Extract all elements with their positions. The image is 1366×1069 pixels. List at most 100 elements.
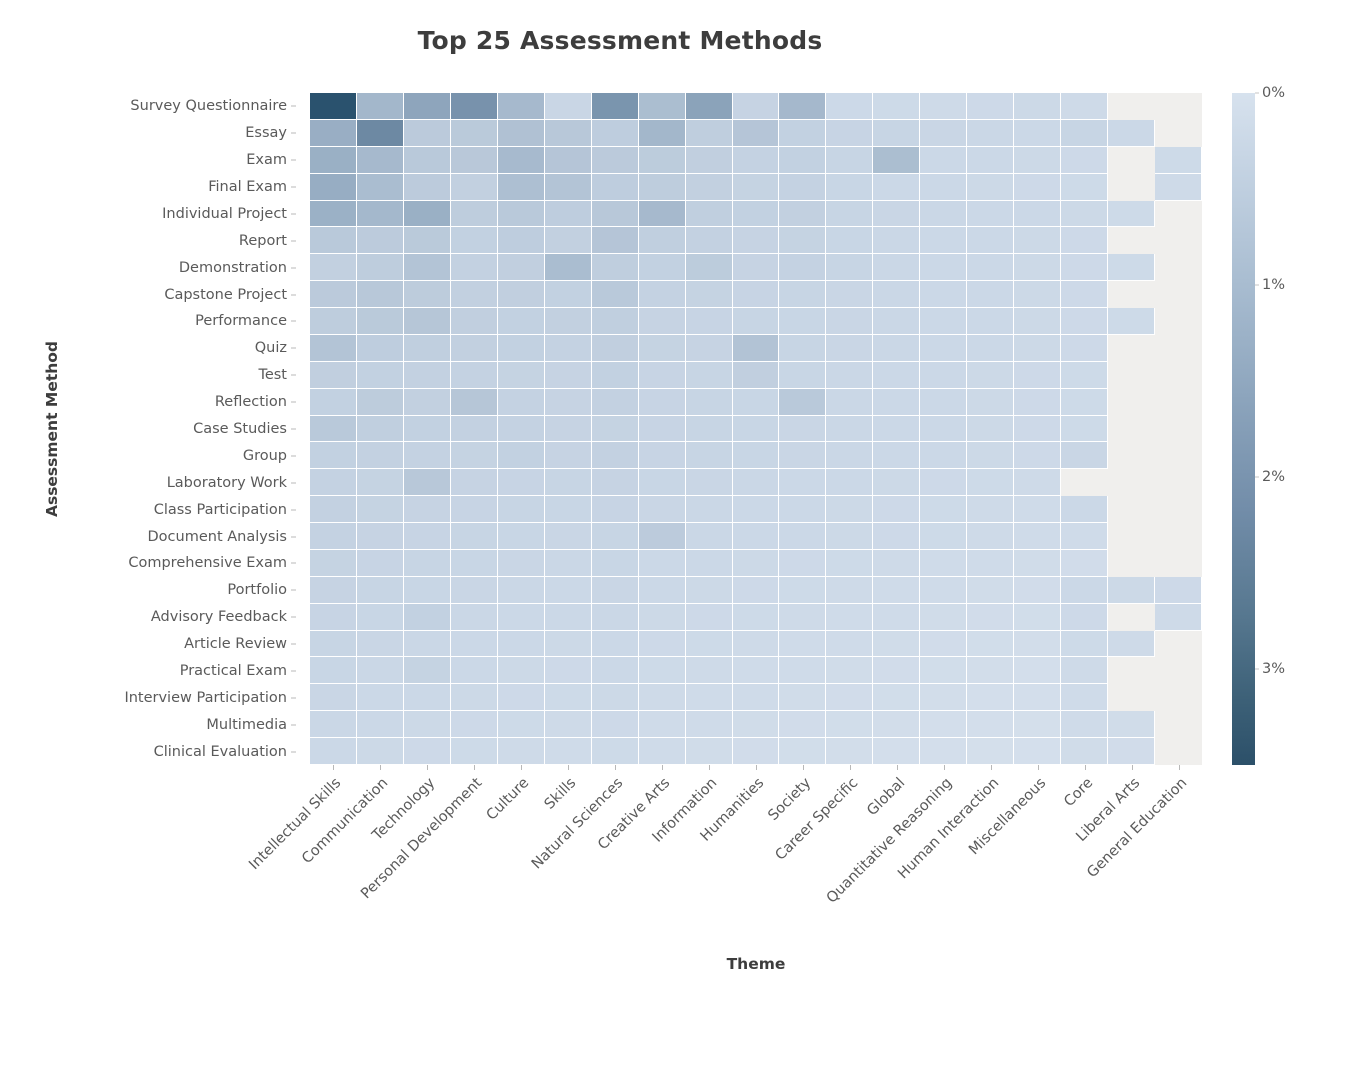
- heatmap-cell[interactable]: [450, 334, 498, 362]
- heatmap-cell[interactable]: [1155, 415, 1202, 443]
- heatmap-cell[interactable]: [873, 496, 921, 524]
- heatmap-cell[interactable]: [450, 576, 498, 604]
- heatmap-cell[interactable]: [732, 496, 780, 524]
- heatmap-cell[interactable]: [310, 442, 357, 470]
- heatmap-cell[interactable]: [638, 388, 686, 416]
- heatmap-cell[interactable]: [591, 711, 639, 739]
- heatmap-cell[interactable]: [1155, 711, 1202, 739]
- heatmap-cell[interactable]: [779, 576, 827, 604]
- heatmap-cell[interactable]: [685, 684, 733, 712]
- heatmap-cell[interactable]: [920, 308, 968, 335]
- heatmap-cell[interactable]: [356, 630, 404, 658]
- heatmap-cell[interactable]: [403, 227, 451, 255]
- heatmap-cell[interactable]: [1014, 603, 1062, 631]
- heatmap-cell[interactable]: [1155, 93, 1202, 120]
- heatmap-cell[interactable]: [638, 308, 686, 335]
- heatmap-cell[interactable]: [356, 442, 404, 470]
- heatmap-cell[interactable]: [1108, 308, 1156, 335]
- heatmap-cell[interactable]: [450, 711, 498, 739]
- heatmap-cell[interactable]: [732, 549, 780, 577]
- heatmap-cell[interactable]: [497, 549, 545, 577]
- heatmap-cell[interactable]: [779, 657, 827, 685]
- heatmap-cell[interactable]: [1155, 657, 1202, 685]
- heatmap-cell[interactable]: [1061, 281, 1109, 309]
- heatmap-cell[interactable]: [967, 684, 1015, 712]
- heatmap-cell[interactable]: [403, 334, 451, 362]
- heatmap-cell[interactable]: [544, 173, 592, 201]
- heatmap-cell[interactable]: [638, 523, 686, 550]
- heatmap-cell[interactable]: [497, 200, 545, 228]
- heatmap-cell[interactable]: [310, 603, 357, 631]
- heatmap-cell[interactable]: [310, 227, 357, 255]
- heatmap-cell[interactable]: [310, 200, 357, 228]
- heatmap-cell[interactable]: [685, 711, 733, 739]
- heatmap-cell[interactable]: [497, 308, 545, 335]
- heatmap-cell[interactable]: [779, 442, 827, 470]
- heatmap-cell[interactable]: [1061, 308, 1109, 335]
- heatmap-cell[interactable]: [1108, 200, 1156, 228]
- heatmap-cell[interactable]: [591, 308, 639, 335]
- heatmap-cell[interactable]: [403, 415, 451, 443]
- heatmap-cell[interactable]: [1155, 173, 1202, 201]
- heatmap-cell[interactable]: [310, 523, 357, 550]
- heatmap-cell[interactable]: [732, 93, 780, 120]
- heatmap-cell[interactable]: [967, 361, 1015, 389]
- heatmap-cell[interactable]: [1014, 281, 1062, 309]
- heatmap-cell[interactable]: [1155, 308, 1202, 335]
- heatmap-cell[interactable]: [1061, 361, 1109, 389]
- heatmap-cell[interactable]: [638, 200, 686, 228]
- heatmap-cell[interactable]: [450, 146, 498, 174]
- heatmap-cell[interactable]: [826, 227, 874, 255]
- heatmap-cell[interactable]: [310, 630, 357, 658]
- heatmap-cell[interactable]: [732, 684, 780, 712]
- heatmap-cell[interactable]: [1014, 200, 1062, 228]
- heatmap-cell[interactable]: [544, 657, 592, 685]
- heatmap-cell[interactable]: [497, 415, 545, 443]
- heatmap-cell[interactable]: [1014, 549, 1062, 577]
- heatmap-cell[interactable]: [356, 146, 404, 174]
- heatmap-cell[interactable]: [920, 227, 968, 255]
- heatmap-cell[interactable]: [1061, 711, 1109, 739]
- heatmap-cell[interactable]: [685, 281, 733, 309]
- heatmap-cell[interactable]: [1155, 200, 1202, 228]
- heatmap-cell[interactable]: [873, 361, 921, 389]
- heatmap-cell[interactable]: [591, 603, 639, 631]
- heatmap-cell[interactable]: [1155, 549, 1202, 577]
- heatmap-cell[interactable]: [732, 281, 780, 309]
- heatmap-cell[interactable]: [310, 576, 357, 604]
- heatmap-cell[interactable]: [497, 711, 545, 739]
- heatmap-cell[interactable]: [544, 523, 592, 550]
- heatmap-cell[interactable]: [732, 227, 780, 255]
- heatmap-cell[interactable]: [310, 469, 357, 497]
- heatmap-cell[interactable]: [544, 496, 592, 524]
- heatmap-cell[interactable]: [779, 711, 827, 739]
- heatmap-cell[interactable]: [826, 119, 874, 147]
- heatmap-cell[interactable]: [450, 281, 498, 309]
- heatmap-cell[interactable]: [967, 442, 1015, 470]
- heatmap-cell[interactable]: [403, 576, 451, 604]
- heatmap-cell[interactable]: [920, 496, 968, 524]
- heatmap-cell[interactable]: [967, 146, 1015, 174]
- heatmap-cell[interactable]: [450, 227, 498, 255]
- heatmap-cell[interactable]: [1061, 254, 1109, 282]
- heatmap-cell[interactable]: [1014, 496, 1062, 524]
- heatmap-cell[interactable]: [1014, 469, 1062, 497]
- heatmap-cell[interactable]: [685, 630, 733, 658]
- heatmap-cell[interactable]: [1108, 415, 1156, 443]
- heatmap-cell[interactable]: [638, 281, 686, 309]
- heatmap-cell[interactable]: [826, 334, 874, 362]
- heatmap-cell[interactable]: [685, 576, 733, 604]
- heatmap-cell[interactable]: [873, 576, 921, 604]
- heatmap-cell[interactable]: [450, 388, 498, 416]
- heatmap-cell[interactable]: [1014, 146, 1062, 174]
- heatmap-cell[interactable]: [1108, 254, 1156, 282]
- heatmap-cell[interactable]: [779, 93, 827, 120]
- heatmap-cell[interactable]: [873, 603, 921, 631]
- heatmap-cell[interactable]: [732, 603, 780, 631]
- heatmap-cell[interactable]: [732, 146, 780, 174]
- heatmap-cell[interactable]: [450, 119, 498, 147]
- heatmap-cell[interactable]: [920, 630, 968, 658]
- heatmap-cell[interactable]: [826, 388, 874, 416]
- heatmap-cell[interactable]: [967, 469, 1015, 497]
- heatmap-cell[interactable]: [591, 442, 639, 470]
